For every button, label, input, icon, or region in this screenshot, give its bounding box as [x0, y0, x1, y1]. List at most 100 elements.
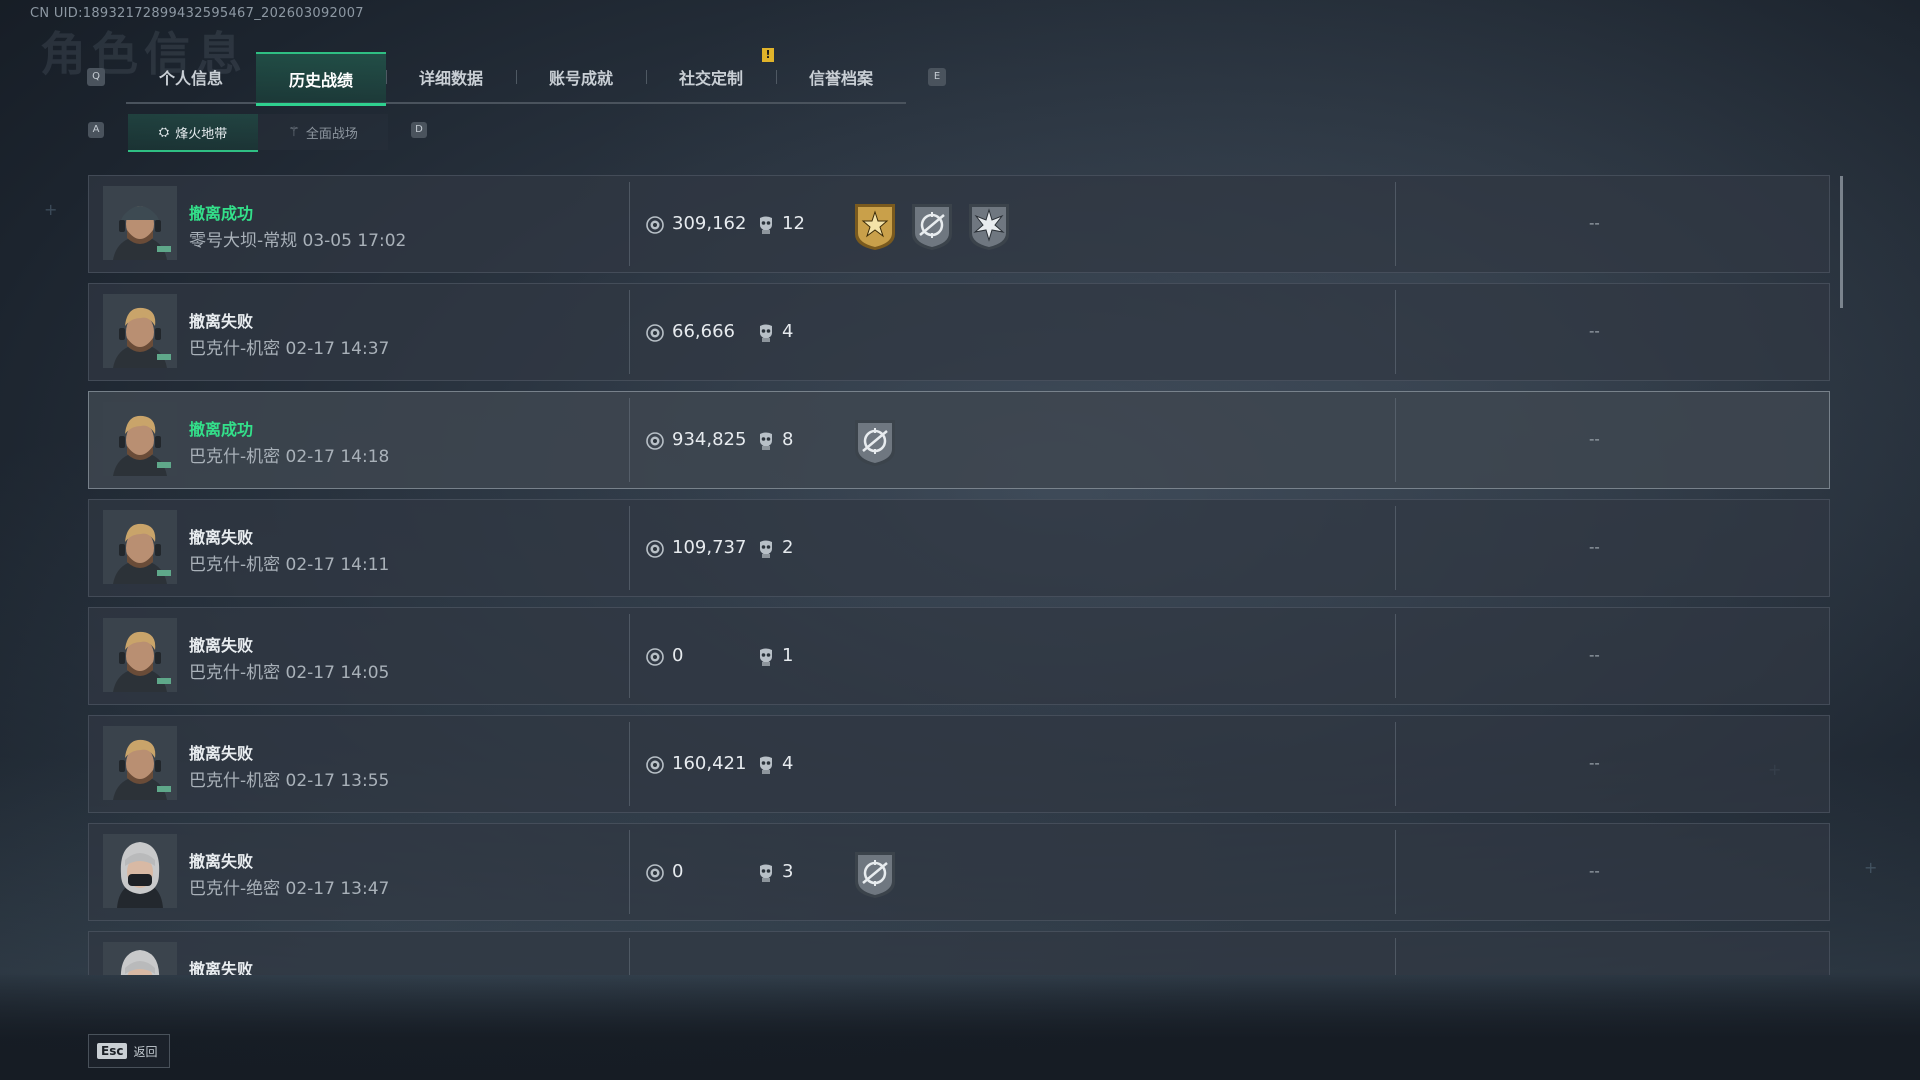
- tab-4[interactable]: 社交定制: [646, 52, 776, 102]
- extraction-status: 撤离失败: [189, 852, 254, 871]
- extra-info: --: [1589, 322, 1600, 340]
- tab-1[interactable]: 历史战绩: [256, 52, 386, 106]
- map-and-time: 零号大坝-常规 03-05 17:02: [189, 231, 407, 251]
- column-divider: [629, 830, 630, 914]
- extracted-value: 66,666: [672, 321, 735, 342]
- gray-burst-badge-icon[interactable]: [965, 200, 1013, 252]
- kill-count: 3: [782, 861, 794, 882]
- match-record-row[interactable]: 撤离失败 巴克什-机密 02-17 14:11 109,737 2 --: [88, 499, 1830, 597]
- column-divider: [1395, 938, 1396, 975]
- tab-label: 个人信息: [158, 69, 223, 88]
- extraction-status: 撤离成功: [189, 420, 254, 439]
- map-and-time: 巴克什-机密 02-17 14:05: [189, 663, 390, 683]
- fire-zone-icon: ⛭: [158, 124, 170, 140]
- prev-tab-key-hint[interactable]: Q: [87, 68, 105, 86]
- kill-count: 4: [782, 321, 794, 342]
- match-badges: [851, 416, 899, 468]
- match-badges: [851, 848, 899, 900]
- column-divider: [629, 398, 630, 482]
- next-subtab-key-hint[interactable]: D: [411, 122, 427, 138]
- match-badges: [851, 200, 1013, 252]
- match-record-row[interactable]: 撤离失败: [88, 931, 1830, 975]
- column-divider: [1395, 830, 1396, 914]
- player-uid: CN UID:18932172899432595467_202603092007: [30, 6, 364, 21]
- value-coin-icon: [646, 864, 664, 882]
- gray-crosshair-badge-icon[interactable]: [851, 848, 899, 900]
- mode-tab-label: 烽火地带: [175, 126, 228, 142]
- kill-count: 2: [782, 537, 794, 558]
- value-coin-icon: [646, 648, 664, 666]
- gray-crosshair-badge-icon[interactable]: [851, 416, 899, 468]
- match-record-row[interactable]: 撤离失败 巴克什-机密 02-17 13:55 160,421 4 --: [88, 715, 1830, 813]
- gray-crosshair-badge-icon[interactable]: [908, 200, 956, 252]
- tab-2[interactable]: 详细数据: [386, 52, 516, 102]
- list-scrollbar[interactable]: [1840, 176, 1843, 308]
- back-label: 返回: [133, 1044, 158, 1059]
- kills-skull-icon: [757, 323, 775, 343]
- extracted-value: 160,421: [672, 753, 747, 774]
- extracted-value: 109,737: [672, 537, 747, 558]
- mode-tab-1[interactable]: ⚚ 全面战场: [258, 114, 388, 150]
- kills-skull-icon: [757, 755, 775, 775]
- tab-5[interactable]: 信誉档案: [776, 52, 906, 102]
- tab-label: 信誉档案: [808, 69, 873, 88]
- tab-3[interactable]: 账号成就: [516, 52, 646, 102]
- tab-label: 社交定制: [678, 69, 743, 88]
- map-and-time: 巴克什-机密 02-17 14:11: [189, 555, 390, 575]
- map-and-time: 巴克什-机密 02-17 14:37: [189, 339, 390, 359]
- kills-skull-icon: [757, 431, 775, 451]
- extracted-value: 0: [672, 861, 684, 882]
- tab-0[interactable]: 个人信息: [126, 52, 256, 102]
- column-divider: [629, 182, 630, 266]
- gold-star-badge-icon[interactable]: [851, 200, 899, 252]
- match-history-list[interactable]: 撤离成功 零号大坝-常规 03-05 17:02 309,162 12 -- 撤离失败 巴克…: [88, 175, 1832, 975]
- extra-info: --: [1589, 862, 1600, 880]
- extraction-status: 撤离成功: [189, 204, 254, 223]
- match-record-row[interactable]: 撤离失败巴克什-绝密 02-17 13:47 0 3 --: [88, 823, 1830, 921]
- column-divider: [629, 938, 630, 975]
- extraction-status: 撤离失败: [189, 528, 254, 547]
- kill-count: 8: [782, 429, 794, 450]
- extra-info: --: [1589, 214, 1600, 232]
- extra-info: --: [1589, 430, 1600, 448]
- mode-tab-bar: ⛭ 烽火地带 ⚚ 全面战场: [128, 114, 388, 152]
- column-divider: [629, 614, 630, 698]
- kills-skull-icon: [757, 539, 775, 559]
- operator-avatar: [103, 834, 177, 908]
- extraction-status: 撤离失败: [189, 636, 254, 655]
- operator-avatar: [103, 186, 177, 260]
- extracted-value: 0: [672, 645, 684, 666]
- decor-cross-icon: +: [1864, 858, 1878, 877]
- bottom-fade: [0, 975, 1920, 1080]
- match-record-row[interactable]: 撤离成功 零号大坝-常规 03-05 17:02 309,162 12 --: [88, 175, 1830, 273]
- operator-avatar: [103, 294, 177, 368]
- value-coin-icon: [646, 432, 664, 450]
- kills-skull-icon: [757, 647, 775, 667]
- mode-tab-label: 全面战场: [305, 126, 358, 142]
- column-divider: [1395, 398, 1396, 482]
- column-divider: [629, 290, 630, 374]
- tab-label: 详细数据: [418, 69, 483, 88]
- next-tab-key-hint[interactable]: E: [928, 68, 946, 86]
- column-divider: [1395, 506, 1396, 590]
- mode-tab-0[interactable]: ⛭ 烽火地带: [128, 114, 258, 152]
- kill-count: 1: [782, 645, 794, 666]
- map-and-time: 巴克什-绝密 02-17 13:47: [189, 879, 390, 899]
- extraction-status: 撤离失败: [189, 312, 254, 331]
- extraction-status: 撤离失败: [189, 744, 254, 763]
- kills-skull-icon: [757, 215, 775, 235]
- extraction-status: 撤离失败: [189, 960, 254, 975]
- match-record-row[interactable]: 撤离失败巴克什-机密 02-17 14:37 66,666 4 --: [88, 283, 1830, 381]
- operator-avatar: [103, 510, 177, 584]
- column-divider: [1395, 290, 1396, 374]
- tab-label: 历史战绩: [288, 71, 353, 90]
- prev-subtab-key-hint[interactable]: A: [88, 122, 104, 138]
- back-button[interactable]: Esc 返回: [88, 1034, 170, 1068]
- match-record-row[interactable]: 撤离成功 巴克什-机密 02-17 14:18 934,825 8 --: [88, 391, 1830, 489]
- extra-info: --: [1589, 646, 1600, 664]
- operator-avatar: [103, 726, 177, 800]
- kill-count: 4: [782, 753, 794, 774]
- column-divider: [1395, 182, 1396, 266]
- match-record-row[interactable]: 撤离失败巴克什-机密 02-17 14:05 0 1 --: [88, 607, 1830, 705]
- tab-label: 账号成就: [548, 69, 613, 88]
